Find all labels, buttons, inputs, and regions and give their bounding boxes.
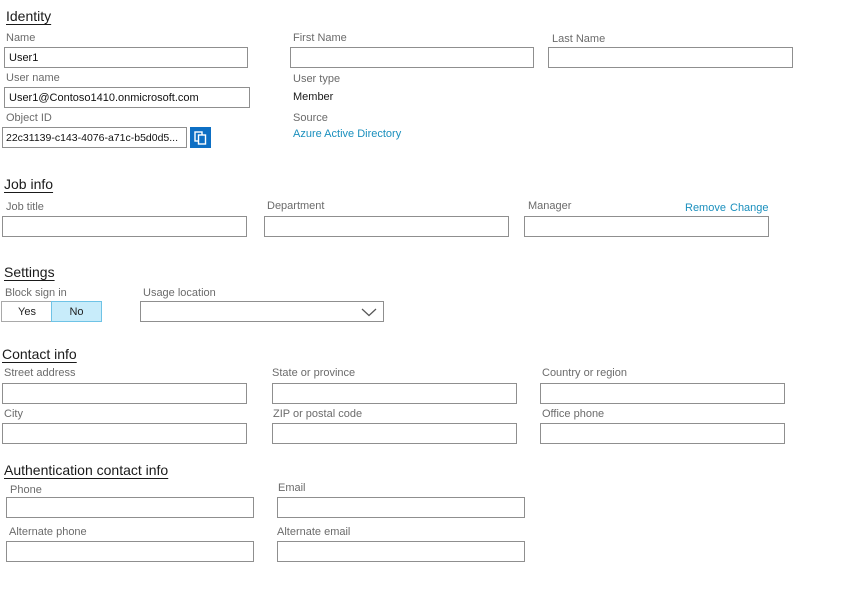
- chevron-down-icon: [361, 308, 377, 317]
- country-input[interactable]: [540, 383, 785, 404]
- copy-icon: [194, 130, 207, 145]
- source-label: Source: [293, 112, 328, 124]
- job-title-input[interactable]: [2, 216, 247, 237]
- job-title-label: Job title: [6, 201, 44, 213]
- object-id-label: Object ID: [6, 112, 52, 124]
- block-sign-in-label: Block sign in: [5, 287, 67, 299]
- manager-input[interactable]: [524, 216, 769, 237]
- office-phone-label: Office phone: [542, 408, 605, 420]
- job-info-section-title: Job info: [4, 176, 54, 192]
- first-name-input[interactable]: [290, 47, 534, 68]
- auth-contact-section-title: Authentication contact info: [4, 462, 169, 478]
- usage-location-dropdown[interactable]: [140, 301, 384, 322]
- block-sign-in-no-option[interactable]: No: [51, 301, 102, 322]
- name-input[interactable]: [4, 47, 248, 68]
- alternate-phone-label: Alternate phone: [9, 526, 87, 538]
- manager-label: Manager: [528, 200, 572, 212]
- source-value: Azure Active Directory: [293, 128, 402, 140]
- email-label: Email: [278, 482, 306, 494]
- settings-section-title: Settings: [4, 264, 55, 280]
- last-name-input[interactable]: [548, 47, 793, 68]
- zip-label: ZIP or postal code: [273, 408, 363, 420]
- office-phone-input[interactable]: [540, 423, 785, 444]
- contact-info-section-title: Contact info: [2, 346, 77, 362]
- user-name-label: User name: [6, 72, 60, 84]
- phone-input[interactable]: [6, 497, 254, 518]
- remove-manager-link[interactable]: Remove: [685, 202, 726, 214]
- state-label: State or province: [272, 367, 356, 379]
- city-label: City: [4, 408, 23, 420]
- phone-label: Phone: [10, 484, 42, 496]
- object-id-input[interactable]: [2, 127, 187, 148]
- alternate-phone-input[interactable]: [6, 541, 254, 562]
- zip-input[interactable]: [272, 423, 517, 444]
- alternate-email-input[interactable]: [277, 541, 525, 562]
- state-input[interactable]: [272, 383, 517, 404]
- change-manager-link[interactable]: Change: [730, 202, 769, 214]
- user-name-input[interactable]: [4, 87, 250, 108]
- street-address-label: Street address: [4, 367, 76, 379]
- email-input[interactable]: [277, 497, 525, 518]
- block-sign-in-yes-option[interactable]: Yes: [2, 302, 52, 321]
- name-label: Name: [6, 32, 36, 44]
- last-name-label: Last Name: [552, 33, 606, 45]
- copy-object-id-button[interactable]: [190, 127, 211, 148]
- department-input[interactable]: [264, 216, 509, 237]
- block-sign-in-toggle: Yes No: [1, 301, 102, 322]
- usage-location-label: Usage location: [143, 287, 216, 299]
- country-label: Country or region: [542, 367, 627, 379]
- identity-section-title: Identity: [6, 8, 52, 24]
- user-type-label: User type: [293, 73, 341, 85]
- city-input[interactable]: [2, 423, 247, 444]
- first-name-label: First Name: [293, 32, 347, 44]
- department-label: Department: [267, 200, 325, 212]
- user-type-value: Member: [293, 91, 334, 103]
- alternate-email-label: Alternate email: [277, 526, 351, 538]
- street-address-input[interactable]: [2, 383, 247, 404]
